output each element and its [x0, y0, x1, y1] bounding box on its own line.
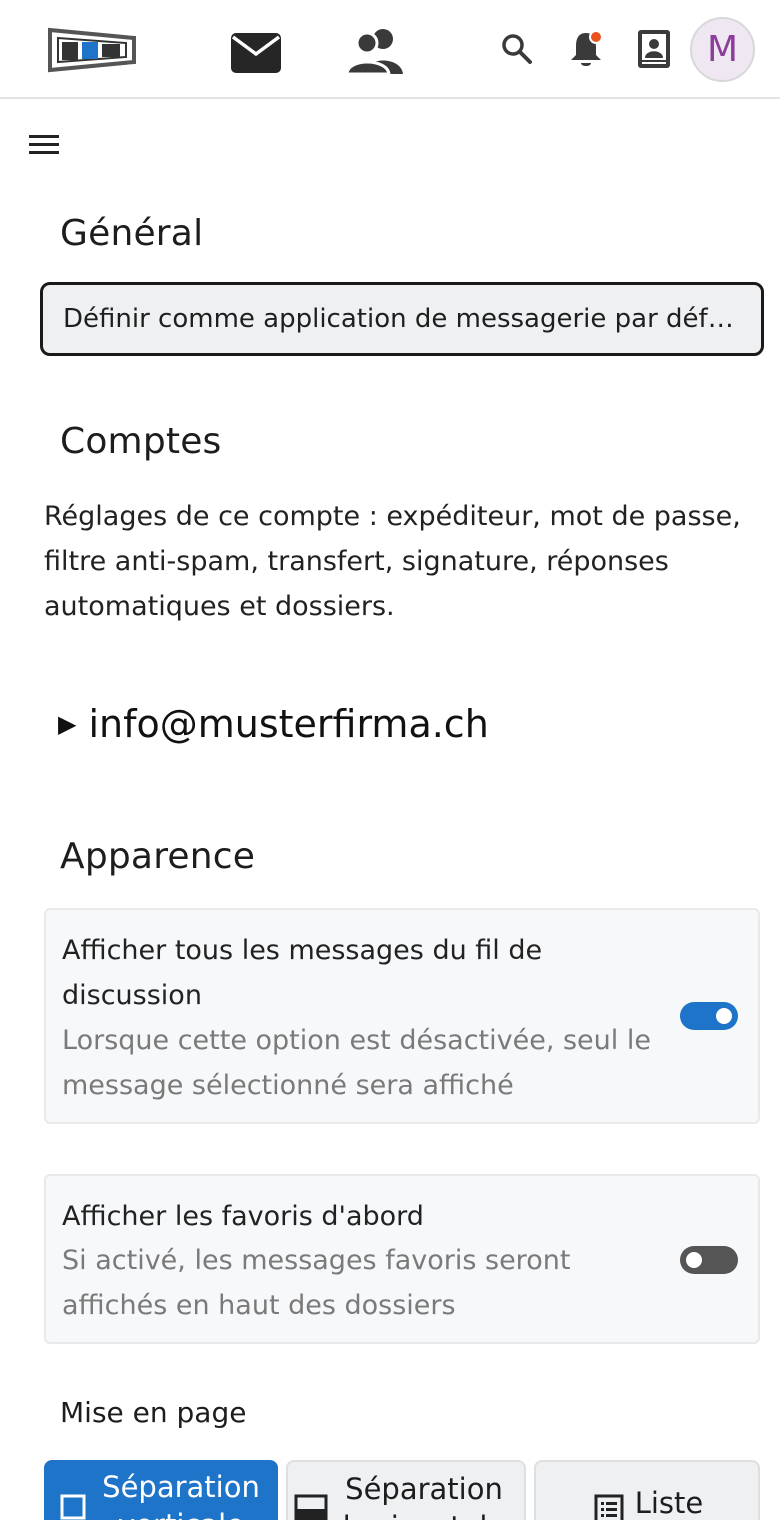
expand-triangle-icon: ▶ — [58, 710, 77, 738]
section-title-appearance: Apparence — [60, 836, 256, 877]
thread-option-toggle[interactable] — [680, 1002, 738, 1030]
account-expander[interactable]: ▶ info@musterfirma.ch — [58, 694, 489, 754]
bell-icon[interactable] — [564, 26, 608, 72]
address-book-icon[interactable] — [632, 26, 676, 72]
search-icon[interactable] — [496, 28, 538, 70]
section-title-general: Général — [60, 213, 204, 254]
thread-option-title: Afficher tous les messages du fil de dis… — [62, 935, 543, 1011]
menu-icon[interactable] — [28, 130, 60, 158]
layout-label: Mise en page — [60, 1396, 247, 1429]
horizontal-split-icon — [294, 1494, 328, 1520]
mail-icon[interactable] — [226, 28, 286, 78]
layout-vertical-split-button[interactable]: Séparation verticale — [44, 1460, 278, 1520]
layout-horizontal-split-button[interactable]: Séparation horizontale — [286, 1460, 526, 1520]
avatar-initial: M — [706, 29, 739, 70]
top-bar: M — [0, 0, 780, 99]
list-icon — [594, 1494, 624, 1520]
set-default-app-button[interactable]: Définir comme application de messagerie … — [40, 282, 764, 356]
notification-dot — [589, 30, 603, 44]
favorites-option-toggle[interactable] — [680, 1246, 738, 1274]
avatar[interactable]: M — [690, 17, 755, 82]
favorites-option-subtitle: Si activé, les messages favoris seront a… — [62, 1245, 571, 1321]
thread-option-subtitle: Lorsque cette option est désactivée, seu… — [62, 1025, 651, 1101]
account-email: info@musterfirma.ch — [88, 702, 489, 746]
thread-option-card: Afficher tous les messages du fil de dis… — [44, 908, 760, 1124]
favorites-option-title: Afficher les favoris d'abord — [62, 1201, 424, 1232]
section-title-accounts: Comptes — [60, 421, 222, 462]
vertical-split-icon — [60, 1494, 86, 1520]
favorites-option-card: Afficher les favoris d'abord Si activé, … — [44, 1174, 760, 1344]
layout-list-button[interactable]: Liste — [534, 1460, 760, 1520]
set-default-app-label: Définir comme application de messagerie … — [63, 304, 745, 334]
accounts-description: Réglages de ce compte : expéditeur, mot … — [44, 501, 741, 622]
app-logo-icon[interactable] — [46, 24, 138, 76]
contacts-icon[interactable] — [340, 24, 412, 78]
